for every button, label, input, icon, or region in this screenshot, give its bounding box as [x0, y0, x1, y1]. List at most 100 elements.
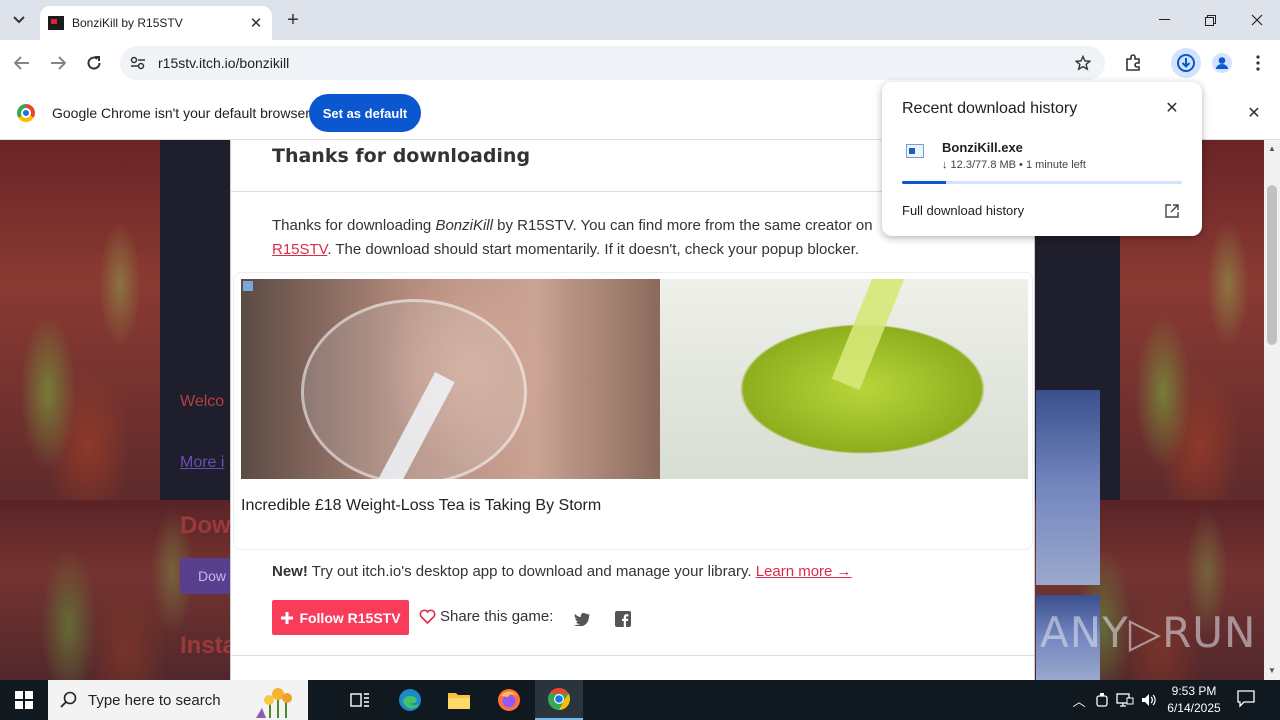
twitter-icon[interactable] [572, 609, 592, 629]
person-icon [1212, 53, 1232, 73]
follow-button[interactable]: Follow R15STV [272, 600, 409, 635]
download-bubble-title: Recent download history [902, 100, 1078, 117]
download-bubble-close-icon[interactable]: ✕ [1162, 98, 1182, 118]
forward-arrow-icon [51, 56, 66, 70]
clock-date: 6/14/2025 [1167, 701, 1221, 715]
bookmark-button[interactable] [1069, 49, 1097, 77]
file-explorer-button[interactable] [435, 680, 483, 720]
chevron-down-icon [13, 16, 25, 24]
learn-more-link[interactable]: Learn more → [756, 563, 852, 580]
tray-overflow-icon[interactable]: ︿ [1070, 691, 1088, 710]
extensions-button[interactable] [1118, 48, 1148, 78]
promo-text: Try out itch.io's desktop app to downloa… [307, 563, 756, 580]
creator-link[interactable]: R15STV [272, 241, 327, 258]
background-fire-left [0, 140, 160, 500]
new-label: New! [272, 563, 308, 580]
external-link-icon [1165, 204, 1179, 218]
firefox-icon [498, 689, 520, 711]
active-tab[interactable]: BonziKill by R15STV ✕ [40, 6, 272, 40]
twitter-bird-icon [573, 613, 590, 626]
minimize-icon [1158, 19, 1170, 20]
download-heading: Dow [180, 512, 231, 539]
text-suffix: . The download should start momentarily.… [327, 241, 860, 258]
download-progress-fill [902, 181, 947, 184]
heart-icon [419, 609, 436, 624]
scrollbar-thumb[interactable] [1267, 185, 1277, 345]
start-button[interactable] [0, 680, 48, 720]
install-heading: Insta [180, 632, 237, 659]
facebook-square-icon [615, 611, 631, 627]
minimize-button[interactable] [1141, 0, 1187, 40]
desktop-app-promo: New! Try out itch.io's desktop app to do… [272, 563, 852, 580]
text-prefix: Thanks for downloading [272, 217, 436, 234]
tab-title: BonziKill by R15STV [72, 16, 183, 30]
scroll-down-icon[interactable]: ▼ [1268, 666, 1276, 675]
advertisement[interactable]: Incredible £18 Weight-Loss Tea is Taking… [233, 272, 1033, 550]
tab-strip: BonziKill by R15STV ✕ + [0, 0, 1280, 40]
firefox-button[interactable] [485, 680, 533, 720]
chrome-menu-button[interactable] [1243, 48, 1273, 78]
reload-button[interactable] [81, 50, 107, 76]
ad-image-drinking[interactable] [241, 279, 660, 479]
folder-icon [448, 693, 470, 709]
download-filename[interactable]: BonziKill.exe [942, 140, 1023, 155]
modal-footer-divider [231, 655, 1034, 656]
restore-icon [1204, 14, 1216, 26]
chrome-logo-icon [17, 104, 35, 122]
edge-icon [399, 689, 421, 711]
taskbar-clock[interactable]: 9:53 PM 6/14/2025 [1160, 683, 1228, 717]
notification-button[interactable] [1236, 688, 1260, 712]
facebook-icon[interactable] [613, 609, 633, 629]
tab-close-icon[interactable]: ✕ [246, 13, 266, 33]
kebab-menu-icon [1256, 55, 1260, 71]
set-default-button[interactable]: Set as default [309, 94, 421, 132]
scroll-up-icon[interactable]: ▲ [1268, 144, 1276, 153]
infobar-message: Google Chrome isn't your default browser [52, 105, 310, 121]
game-name: BonziKill [435, 217, 493, 234]
network-icon[interactable] [1116, 692, 1134, 708]
profile-button[interactable] [1207, 48, 1237, 78]
more-info-link[interactable]: More i [180, 454, 224, 472]
download-status: ↓ 12.3/77.8 MB • 1 minute left [942, 159, 1086, 171]
anyrun-watermark: ANY▷RUN [1040, 608, 1257, 657]
task-view-button[interactable] [336, 680, 384, 720]
browser-toolbar: r15stv.itch.io/bonzikill [0, 40, 1280, 86]
download-progress-bar [902, 181, 1182, 184]
usb-device-icon[interactable] [1094, 692, 1110, 708]
ad-image-tea[interactable] [660, 279, 1028, 479]
tune-icon [130, 56, 145, 70]
download-bubble: Recent download history ✕ BonziKill.exe … [882, 82, 1202, 236]
plus-icon [281, 611, 294, 624]
search-placeholder: Type here to search [88, 691, 221, 709]
full-download-history-link[interactable]: Full download history [902, 203, 1024, 218]
adchoices-icon[interactable] [243, 281, 253, 291]
taskbar-search[interactable]: Type here to search [48, 680, 308, 720]
puzzle-icon [1126, 54, 1140, 71]
infobar-close-icon[interactable]: ✕ [1243, 102, 1265, 124]
welcome-text: Welco [180, 393, 225, 410]
forward-button[interactable] [45, 50, 71, 76]
star-icon [1075, 55, 1091, 71]
share-label: Share this game: [440, 608, 554, 625]
download-button[interactable] [1171, 48, 1201, 78]
address-bar[interactable]: r15stv.itch.io/bonzikill [120, 46, 1105, 80]
open-in-new-icon[interactable] [1162, 201, 1182, 221]
side-screenshot-1 [1036, 390, 1100, 585]
chrome-taskbar-button[interactable] [535, 680, 583, 720]
restore-button[interactable] [1187, 0, 1233, 40]
close-window-button[interactable] [1234, 0, 1280, 40]
new-tab-button[interactable]: + [282, 9, 304, 31]
chrome-icon [548, 688, 570, 710]
task-view-icon [350, 693, 369, 707]
edge-button[interactable] [386, 680, 434, 720]
reload-icon [87, 56, 101, 70]
tab-search-button[interactable] [6, 8, 32, 32]
back-button[interactable] [9, 50, 35, 76]
volume-icon[interactable] [1140, 692, 1158, 708]
clock-time: 9:53 PM [1171, 684, 1217, 698]
page-scrollbar[interactable]: ▲ ▼ [1264, 140, 1280, 680]
site-info-button[interactable] [124, 49, 152, 77]
search-icon [60, 691, 77, 708]
ad-caption[interactable]: Incredible £18 Weight-Loss Tea is Taking… [241, 497, 601, 515]
download-icon [1177, 54, 1195, 72]
